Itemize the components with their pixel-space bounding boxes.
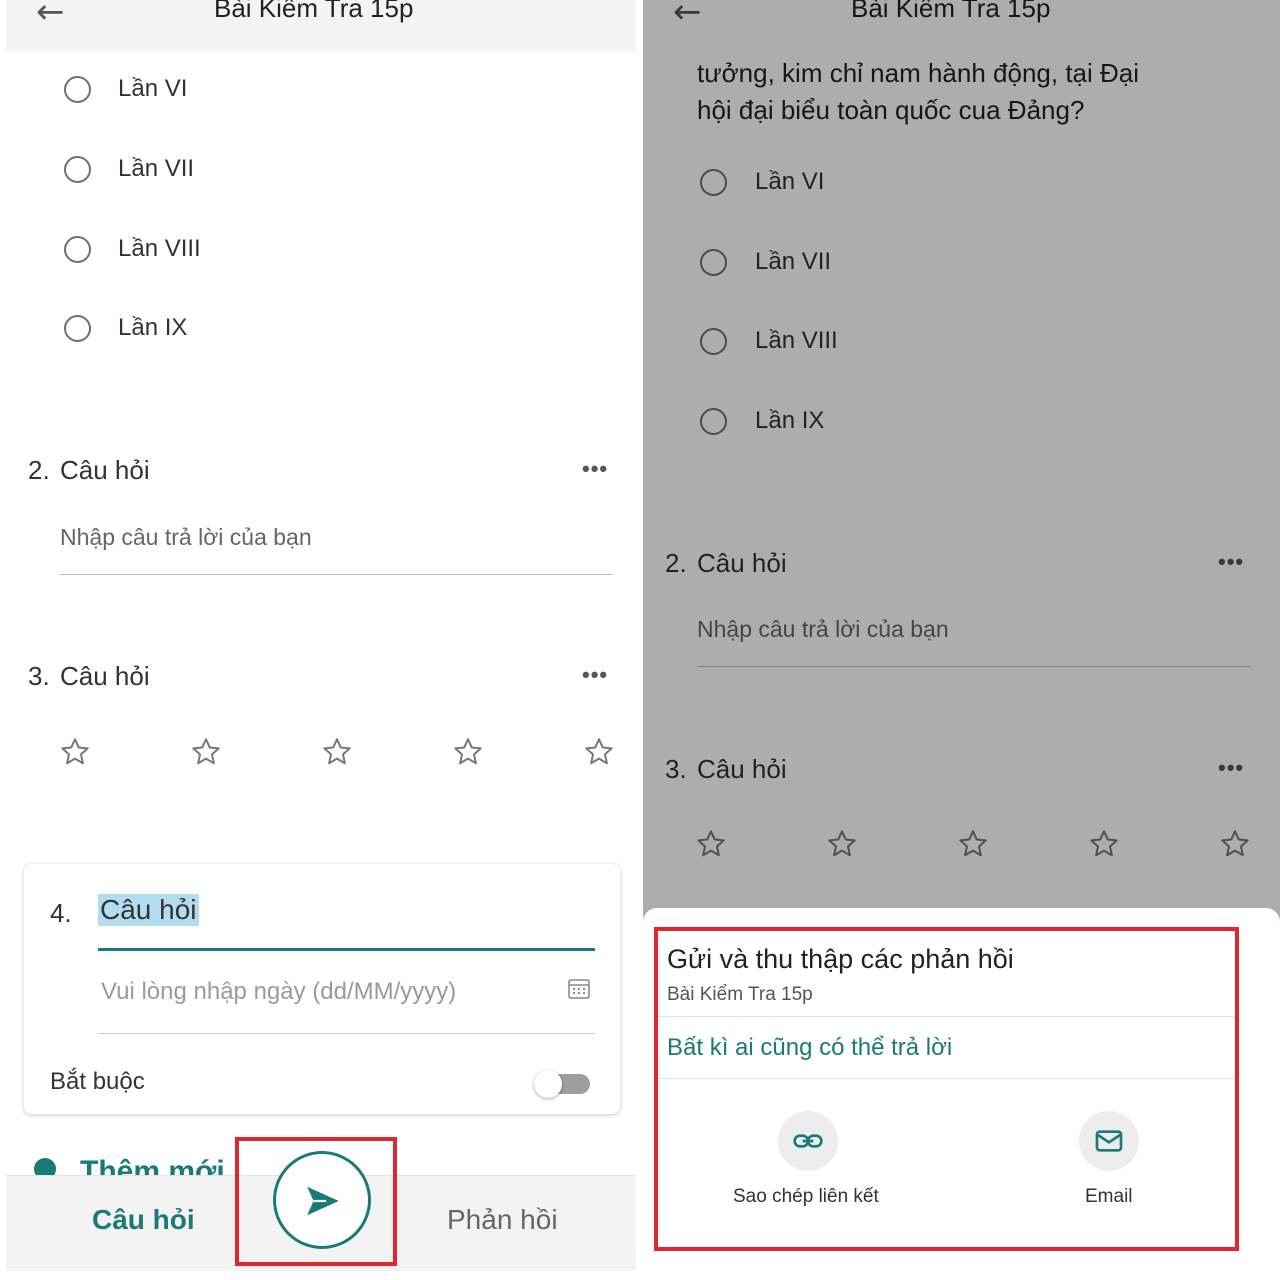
- add-new-label: Thêm mới: [80, 1158, 225, 1175]
- required-label: Bắt buộc: [50, 1068, 145, 1095]
- form-title: Bài Kiểm Tra 15p: [214, 0, 414, 23]
- star-icon[interactable]: [826, 828, 858, 860]
- more-options-icon[interactable]: •••: [582, 456, 608, 482]
- date-input[interactable]: Vui lòng nhập ngày (dd/MM/yyyy): [101, 978, 456, 1006]
- question-number: 4.: [50, 898, 72, 928]
- input-underline: [60, 574, 613, 575]
- right-screen: ← Bài Kiểm Tra 15p tưởng, kim chỉ nam hà…: [643, 0, 1280, 1280]
- add-icon: [34, 1158, 56, 1175]
- option-label: Lần VIII: [755, 327, 838, 354]
- question-number: 3.: [665, 754, 687, 784]
- star-icon[interactable]: [583, 736, 615, 768]
- left-screen: ← Bài Kiểm Tra 15p Lần VI Lần VII Lần VI…: [0, 0, 640, 1280]
- question-title: Câu hỏi: [697, 754, 787, 784]
- question-title-input[interactable]: Câu hỏi: [98, 894, 199, 926]
- arrow-left-icon[interactable]: ←: [36, 0, 65, 32]
- star-icon[interactable]: [1219, 828, 1251, 860]
- highlight-box-send: [235, 1137, 397, 1266]
- option-label: Lần VI: [755, 168, 825, 195]
- radio-button[interactable]: [64, 236, 91, 263]
- radio-button[interactable]: [64, 76, 91, 103]
- question-number: 3.: [28, 661, 50, 691]
- toggle-knob[interactable]: [534, 1070, 562, 1098]
- option-label: Lần VIII: [118, 235, 201, 262]
- radio-button[interactable]: [700, 328, 727, 355]
- star-icon[interactable]: [1088, 828, 1120, 860]
- option-label: Lần VII: [755, 248, 832, 275]
- option-label: Lần IX: [118, 314, 188, 341]
- star-icon[interactable]: [59, 736, 91, 768]
- star-icon[interactable]: [695, 828, 727, 860]
- option-label: Lần VI: [118, 75, 188, 102]
- star-icon[interactable]: [452, 736, 484, 768]
- radio-button[interactable]: [64, 156, 91, 183]
- radio-button[interactable]: [700, 169, 727, 196]
- form-title: Bài Kiểm Tra 15p: [851, 0, 1051, 23]
- top-app-bar: ← Bài Kiểm Tra 15p: [643, 0, 1280, 52]
- question-text-line: hội đại biểu toàn quốc cua Đảng?: [697, 95, 1085, 125]
- arrow-left-icon[interactable]: ←: [673, 0, 702, 32]
- text-answer-input[interactable]: Nhập câu trả lời của bạn: [697, 616, 949, 643]
- radio-button[interactable]: [700, 408, 727, 435]
- question-number: 2.: [665, 548, 687, 578]
- question-title: Câu hỏi: [60, 661, 150, 691]
- tab-questions[interactable]: Câu hỏi: [92, 1204, 195, 1236]
- tab-responses[interactable]: Phản hồi: [447, 1204, 558, 1236]
- question-text-line: tưởng, kim chỉ nam hành động, tại Đại: [697, 58, 1140, 88]
- more-options-icon[interactable]: •••: [582, 662, 608, 688]
- calendar-icon[interactable]: [567, 976, 591, 1000]
- question-title: Câu hỏi: [697, 548, 787, 578]
- question-edit-card[interactable]: 4. Câu hỏi Vui lòng nhập ngày (dd/MM/yyy…: [24, 864, 620, 1114]
- date-input-underline: [98, 1033, 595, 1034]
- add-new-button[interactable]: Thêm mới: [30, 1158, 240, 1175]
- input-underline: [697, 666, 1250, 667]
- title-input-underline: [98, 948, 595, 951]
- question-title: Câu hỏi: [60, 455, 150, 485]
- option-label: Lần IX: [755, 407, 825, 434]
- radio-button[interactable]: [64, 315, 91, 342]
- text-answer-input[interactable]: Nhập câu trả lời của bạn: [60, 524, 312, 551]
- more-options-icon[interactable]: •••: [1218, 549, 1244, 575]
- top-app-bar: ← Bài Kiểm Tra 15p: [6, 0, 636, 52]
- radio-button[interactable]: [700, 249, 727, 276]
- highlight-box-share: [654, 927, 1239, 1251]
- option-label: Lần VII: [118, 155, 195, 182]
- star-icon[interactable]: [190, 736, 222, 768]
- more-options-icon[interactable]: •••: [1218, 755, 1244, 781]
- question-number: 2.: [28, 455, 50, 485]
- star-icon[interactable]: [321, 736, 353, 768]
- star-icon[interactable]: [957, 828, 989, 860]
